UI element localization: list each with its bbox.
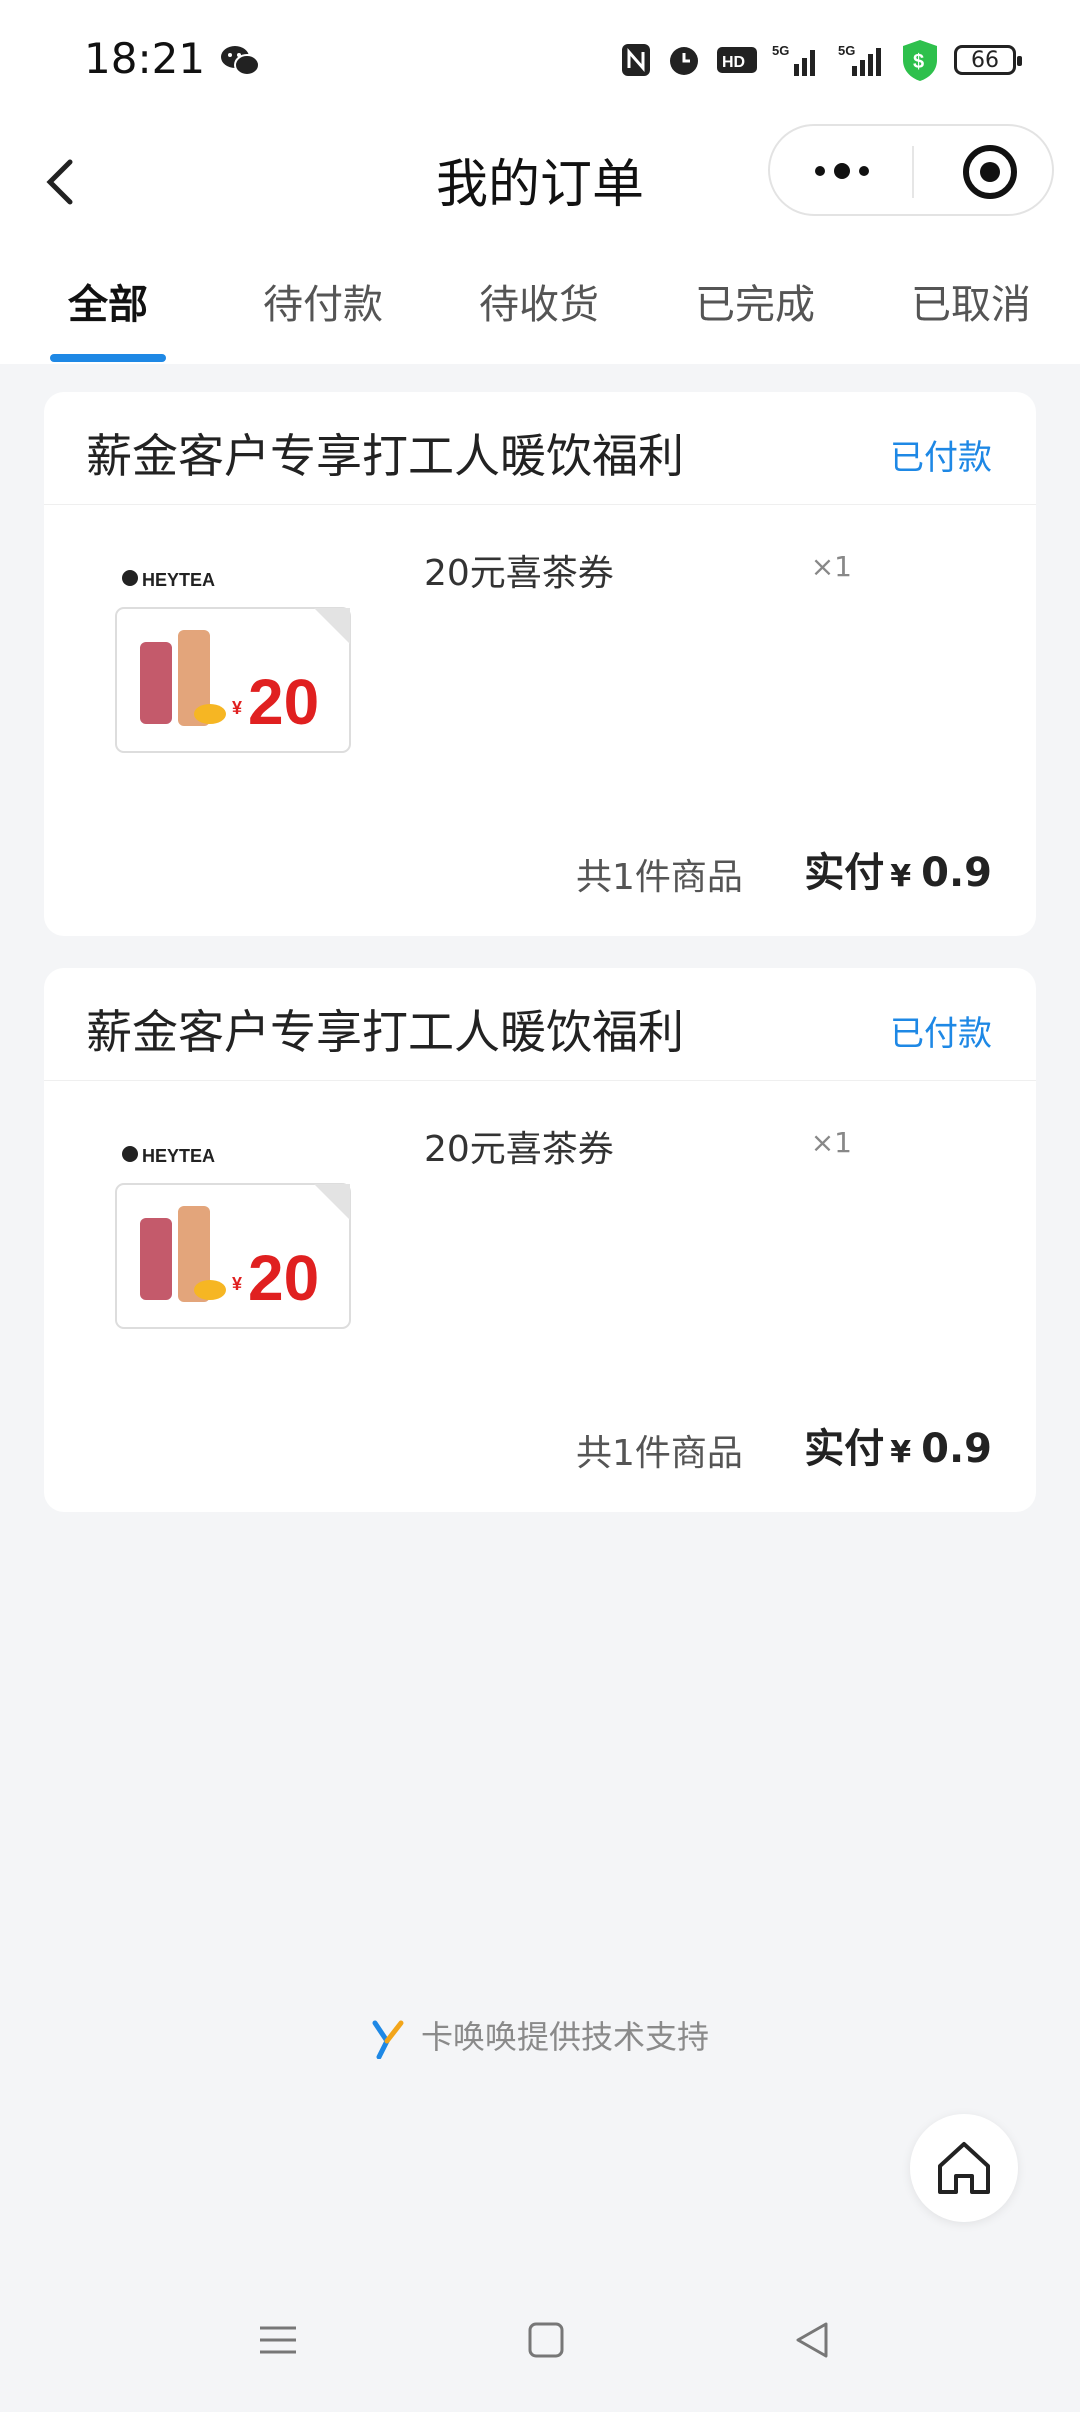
item-quantity: ×1 [810, 550, 852, 583]
item-name: 20元喜茶券 [424, 1129, 614, 1170]
tab-pending-receipt[interactable]: 待收货 [459, 272, 619, 330]
menu-icon[interactable] [256, 2318, 300, 2362]
order-card[interactable]: 薪金客户专享打工人暖饮福利 已付款 HEYTEA ¥ 20 20元喜茶券 ×1 … [44, 968, 1036, 1512]
hd-icon: HD [717, 47, 757, 73]
order-status: 已付款 [890, 1014, 992, 1054]
product-thumbnail[interactable]: HEYTEA ¥ 20 [114, 564, 354, 764]
order-card[interactable]: 薪金客户专享打工人暖饮福利 已付款 HEYTEA ¥ 20 20元喜茶券 ×1 … [44, 392, 1036, 936]
home-icon [938, 2142, 990, 2194]
active-tab-indicator [50, 354, 166, 362]
coupon-currency: ¥ [232, 1274, 242, 1294]
paid-label: 实付 [804, 850, 885, 896]
security-shield-icon: $ [903, 40, 937, 81]
footer-text: 卡唤唤提供技术支持 [420, 2018, 709, 2056]
back-triangle-icon[interactable] [790, 2318, 834, 2362]
svg-text:$: $ [913, 51, 924, 73]
svg-text:5G: 5G [772, 43, 789, 58]
kahuanhuan-logo-icon [372, 2020, 404, 2059]
target-icon[interactable] [960, 142, 1020, 202]
paid-currency: ¥ [890, 859, 912, 894]
signal-5g-icon-2: 5G [838, 43, 881, 76]
tab-completed[interactable]: 已完成 [675, 272, 835, 330]
battery-indicator: 66 [954, 45, 1022, 75]
coupon-currency: ¥ [232, 698, 242, 718]
brand-text: HEYTEA [142, 570, 215, 590]
paid-amount: 实付 ¥0.9 [804, 1416, 992, 1474]
tech-support-footer: 卡唤唤提供技术支持 [0, 2012, 1080, 2059]
paid-currency: ¥ [890, 1435, 912, 1470]
tab-pending-payment[interactable]: 待付款 [243, 272, 403, 330]
coupon-value: 20 [248, 1242, 319, 1314]
brand-text: HEYTEA [142, 1146, 215, 1166]
heytea-logo: HEYTEA [122, 1146, 215, 1166]
capsule-divider [912, 146, 914, 198]
product-thumbnail[interactable]: HEYTEA ¥ 20 [114, 1140, 354, 1340]
home-square-icon[interactable] [524, 2318, 568, 2362]
battery-level: 66 [971, 47, 999, 73]
status-time: 18:21 [84, 34, 206, 83]
item-name: 20元喜茶券 [424, 553, 614, 594]
coupon-value: 20 [248, 666, 319, 738]
system-nav-bar [0, 2290, 1080, 2412]
item-count: 共1件商品 [576, 857, 743, 898]
home-button[interactable] [910, 2114, 1018, 2222]
svg-text:HD: HD [722, 54, 745, 71]
order-card-header: 薪金客户专享打工人暖饮福利 已付款 [44, 392, 1036, 505]
svg-text:5G: 5G [838, 43, 855, 58]
item-quantity: ×1 [810, 1126, 852, 1159]
shop-name: 薪金客户专享打工人暖饮福利 [86, 1005, 684, 1059]
signal-5g-icon: 5G [772, 43, 815, 76]
order-card-header: 薪金客户专享打工人暖饮福利 已付款 [44, 968, 1036, 1081]
more-dots-icon[interactable] [810, 146, 874, 196]
paid-label: 实付 [804, 1426, 885, 1472]
order-status: 已付款 [890, 438, 992, 478]
shop-name: 薪金客户专享打工人暖饮福利 [86, 429, 684, 483]
miniapp-capsule [768, 124, 1054, 216]
nav-bar: 我的订单 [0, 120, 1080, 240]
status-bar: 18:21 HD 5G 5G $ 66 [0, 0, 1080, 120]
wechat-icon [221, 46, 260, 76]
order-tabs: 全部 待付款 待收货 已完成 已取消 [0, 240, 1080, 364]
nfc-icon [622, 44, 650, 76]
item-count: 共1件商品 [576, 1433, 743, 1474]
tab-all[interactable]: 全部 [28, 272, 188, 330]
tab-cancelled[interactable]: 已取消 [891, 272, 1051, 330]
paid-amount: 实付 ¥0.9 [804, 840, 992, 898]
heytea-logo: HEYTEA [122, 570, 215, 590]
paid-value: 0.9 [921, 850, 992, 896]
paid-value: 0.9 [921, 1426, 992, 1472]
alarm-icon [670, 47, 698, 75]
